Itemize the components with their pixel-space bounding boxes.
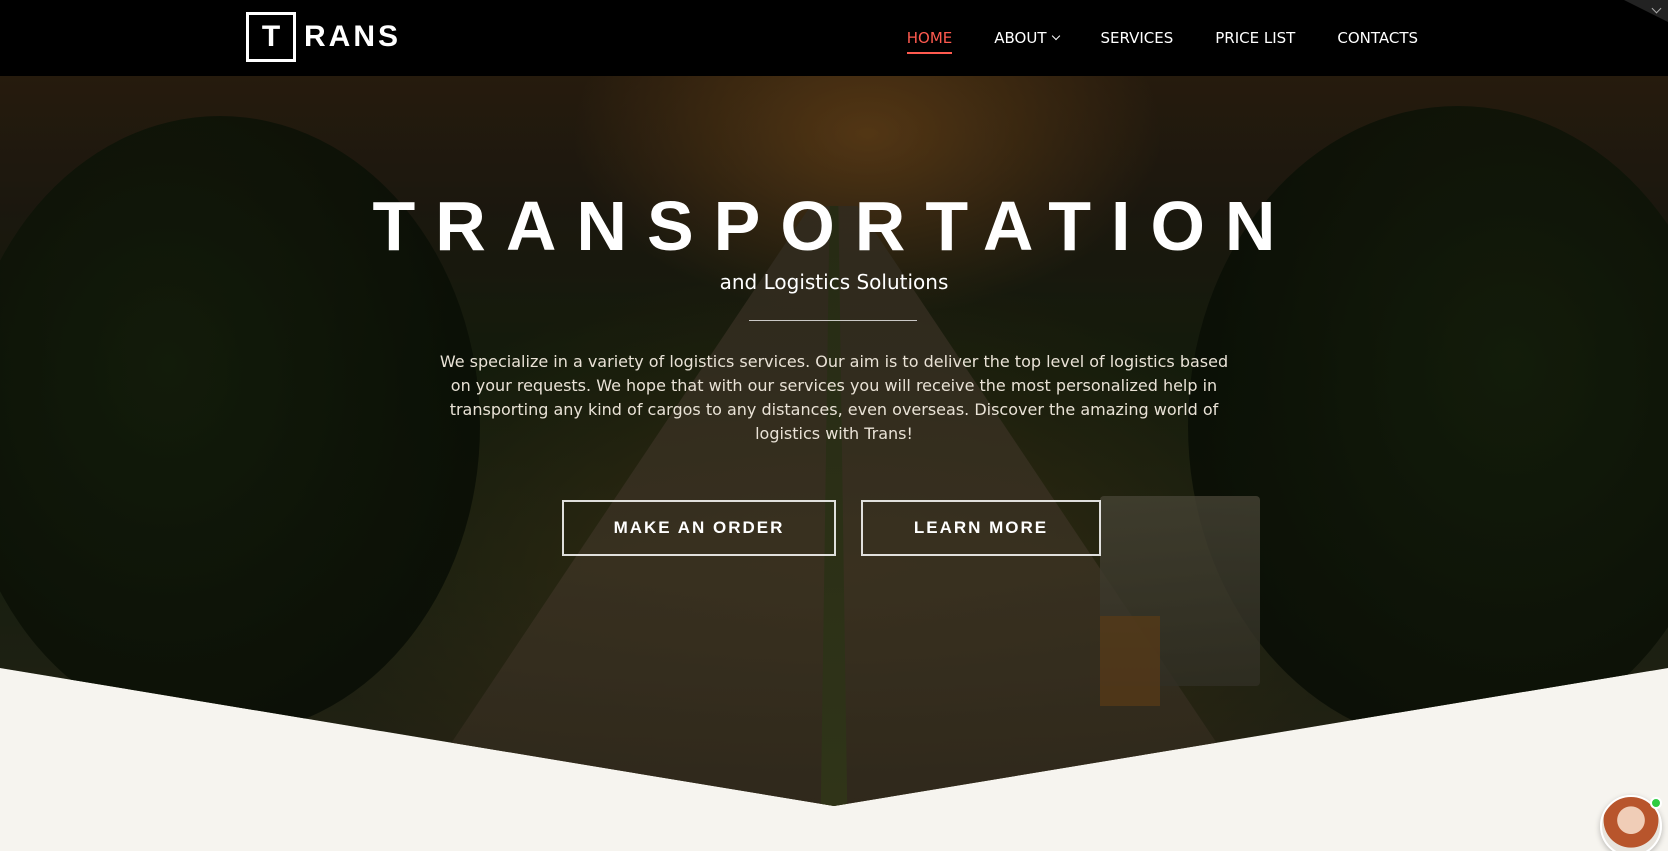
chevron-down-icon xyxy=(1051,31,1060,41)
online-status-dot xyxy=(1650,797,1662,809)
learn-more-button[interactable]: LEARN MORE xyxy=(861,500,1101,556)
main-nav: HOME ABOUT SERVICES PRICE LIST CONTACTS xyxy=(906,0,1418,76)
hero-title: TRANSPORTATION xyxy=(372,187,1296,265)
hero-content: TRANSPORTATION and Logistics Solutions W… xyxy=(0,76,1668,806)
site-header: T RANS HOME ABOUT SERVICES PRICE LIST CO… xyxy=(0,0,1668,76)
nav-home[interactable]: HOME xyxy=(906,29,952,54)
logo-mark: T xyxy=(246,12,296,62)
nav-services[interactable]: SERVICES xyxy=(1101,29,1174,47)
logo-wordmark: RANS xyxy=(304,20,402,53)
hero-divider xyxy=(749,320,917,321)
hero-subtitle: and Logistics Solutions xyxy=(719,270,949,294)
nav-about[interactable]: ABOUT xyxy=(994,29,1060,47)
hero-section: TRANSPORTATION and Logistics Solutions W… xyxy=(0,76,1668,806)
nav-contacts[interactable]: CONTACTS xyxy=(1337,29,1418,47)
nav-about-label: ABOUT xyxy=(994,29,1047,47)
make-order-button[interactable]: MAKE AN ORDER xyxy=(562,500,836,556)
hero-description: We specialize in a variety of logistics … xyxy=(439,352,1229,443)
chevron-down-icon xyxy=(1651,3,1662,14)
brand-logo[interactable]: T RANS xyxy=(246,12,401,62)
nav-price-list[interactable]: PRICE LIST xyxy=(1215,29,1295,47)
corner-toggle[interactable] xyxy=(1624,0,1668,22)
